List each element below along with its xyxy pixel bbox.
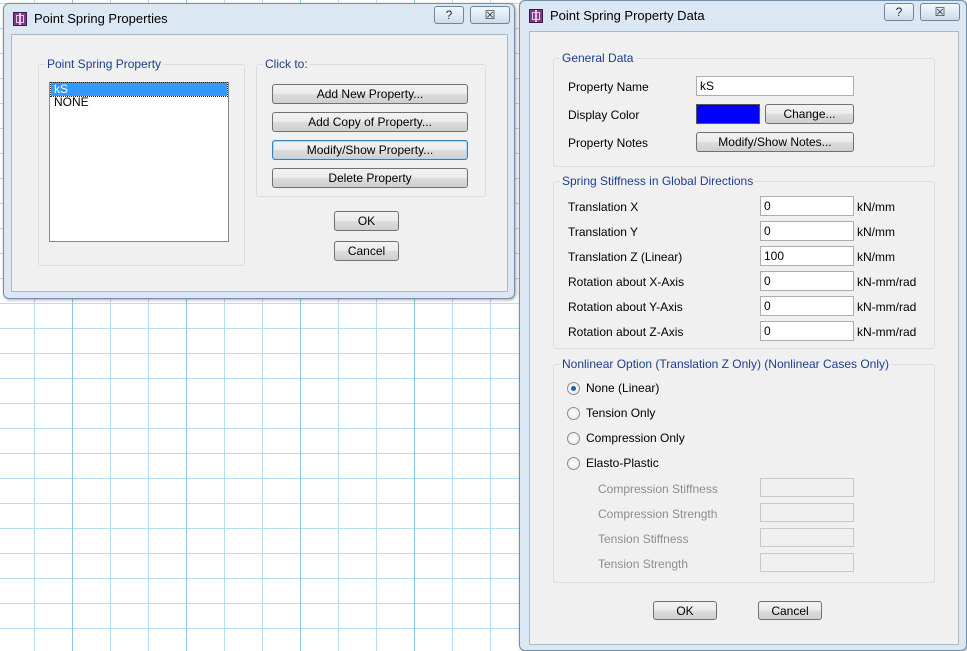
elasto-plastic-label: Compression Strength — [598, 507, 718, 521]
elasto-plastic-label: Compression Stiffness — [598, 482, 718, 496]
general-data-group: General Data Property Name kS Display Co… — [553, 51, 935, 167]
cancel-button[interactable]: Cancel — [758, 601, 822, 620]
nonlinear-option-label[interactable]: Compression Only — [586, 431, 685, 445]
nonlinear-radio[interactable] — [567, 457, 580, 470]
group-title: Point Spring Property — [45, 57, 164, 71]
ok-button[interactable]: OK — [653, 601, 717, 620]
dialog-client: General Data Property Name kS Display Co… — [529, 31, 959, 645]
elasto-plastic-input — [760, 553, 854, 572]
group-title: Click to: — [263, 57, 310, 71]
stiffness-input[interactable]: 0 — [760, 296, 854, 316]
close-button[interactable]: ☒ — [470, 6, 510, 24]
nonlinear-option-label[interactable]: Tension Only — [586, 406, 655, 420]
stiffness-unit: kN-mm/rad — [857, 325, 917, 339]
stiffness-input[interactable]: 0 — [760, 321, 854, 341]
dialog-titlebar[interactable]: Point Spring Property Data ? ☒ — [520, 1, 966, 29]
stiffness-label: Translation X — [568, 200, 639, 214]
nonlinear-radio[interactable] — [567, 382, 580, 395]
elasto-plastic-input — [760, 503, 854, 522]
elasto-plastic-input — [760, 478, 854, 497]
group-title: General Data — [560, 51, 636, 65]
nonlinear-option-group: Nonlinear Option (Translation Z Only) (N… — [553, 357, 935, 583]
stiffness-label: Rotation about Z-Axis — [568, 325, 684, 339]
dialog-titlebar[interactable]: Point Spring Properties ? ☒ — [4, 4, 514, 32]
property-notes-label: Property Notes — [568, 136, 649, 150]
stiffness-input[interactable]: 100 — [760, 246, 854, 266]
point-spring-property-group: Point Spring Property kS NONE — [38, 57, 245, 266]
display-color-label: Display Color — [568, 108, 640, 122]
stiffness-unit: kN-mm/rad — [857, 300, 917, 314]
stiffness-label: Translation Z (Linear) — [568, 250, 683, 264]
display-color-swatch — [696, 104, 760, 124]
nonlinear-option-label[interactable]: Elasto-Plastic — [586, 456, 659, 470]
stiffness-unit: kN/mm — [857, 250, 895, 264]
elasto-plastic-label: Tension Stiffness — [598, 532, 689, 546]
list-item[interactable]: NONE — [51, 96, 227, 109]
stiffness-unit: kN/mm — [857, 225, 895, 239]
property-name-input[interactable]: kS — [696, 76, 854, 96]
click-to-group: Click to: Add New Property... Add Copy o… — [256, 57, 486, 197]
spring-stiffness-group: Spring Stiffness in Global Directions Tr… — [553, 174, 935, 349]
stiffness-unit: kN/mm — [857, 200, 895, 214]
help-button[interactable]: ? — [884, 3, 914, 21]
modify-show-property-button[interactable]: Modify/Show Property... — [272, 140, 468, 160]
cancel-button[interactable]: Cancel — [334, 241, 399, 261]
property-listbox[interactable]: kS NONE — [49, 82, 229, 242]
add-new-property-button[interactable]: Add New Property... — [272, 84, 468, 104]
stiffness-label: Rotation about Y-Axis — [568, 300, 683, 314]
point-spring-property-data-dialog: Point Spring Property Data ? ☒ General D… — [519, 0, 967, 651]
elasto-plastic-input — [760, 528, 854, 547]
stiffness-label: Rotation about X-Axis — [568, 275, 685, 289]
change-color-button[interactable]: Change... — [765, 104, 854, 124]
group-title: Nonlinear Option (Translation Z Only) (N… — [560, 357, 892, 371]
nonlinear-option-label[interactable]: None (Linear) — [586, 381, 659, 395]
stiffness-label: Translation Y — [568, 225, 639, 239]
stiffness-input[interactable]: 0 — [760, 221, 854, 241]
stiffness-input[interactable]: 0 — [760, 196, 854, 216]
add-copy-of-property-button[interactable]: Add Copy of Property... — [272, 112, 468, 132]
dialog-client: Point Spring Property kS NONE Click to: A… — [11, 34, 508, 292]
app-icon — [13, 12, 27, 26]
elasto-plastic-label: Tension Strength — [598, 557, 689, 571]
app-icon — [529, 9, 543, 23]
nonlinear-radio[interactable] — [567, 407, 580, 420]
property-name-label: Property Name — [568, 80, 649, 94]
dialog-title: Point Spring Properties — [34, 11, 168, 26]
modify-show-notes-button[interactable]: Modify/Show Notes... — [696, 132, 854, 152]
close-button[interactable]: ☒ — [920, 3, 960, 21]
nonlinear-radio[interactable] — [567, 432, 580, 445]
help-button[interactable]: ? — [434, 6, 464, 24]
dialog-title: Point Spring Property Data — [550, 8, 705, 23]
delete-property-button[interactable]: Delete Property — [272, 168, 468, 188]
point-spring-properties-dialog: Point Spring Properties ? ☒ Point Spring… — [3, 3, 515, 299]
ok-button[interactable]: OK — [334, 211, 399, 231]
group-title: Spring Stiffness in Global Directions — [560, 174, 756, 188]
stiffness-unit: kN-mm/rad — [857, 275, 917, 289]
stiffness-input[interactable]: 0 — [760, 271, 854, 291]
